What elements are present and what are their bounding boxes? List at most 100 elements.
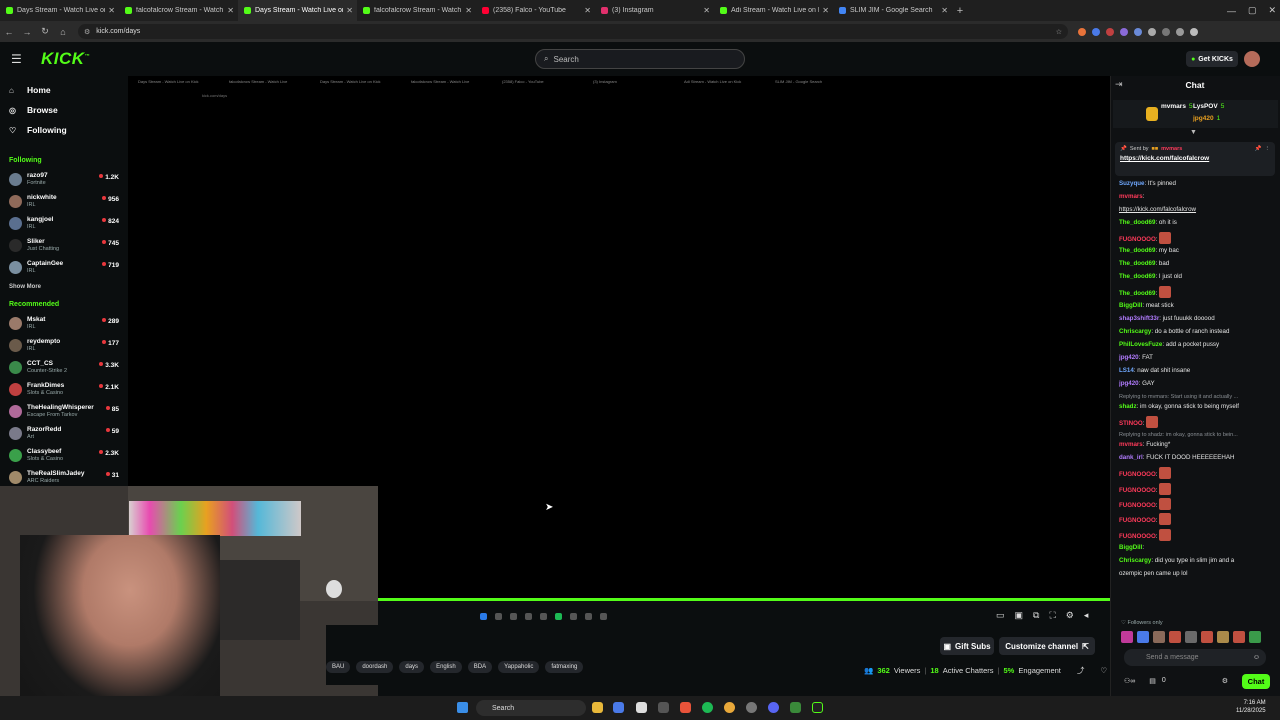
- stream-tag[interactable]: fatmaxing: [545, 661, 584, 673]
- chat-link[interactable]: https://kick.com/falcofalcrow: [1119, 206, 1196, 213]
- home-icon[interactable]: ⌂: [54, 27, 72, 37]
- taskbar-app-icon[interactable]: [746, 702, 757, 713]
- chat-username[interactable]: BiggDill: [1119, 544, 1142, 551]
- sidebar-channel[interactable]: nickwhite IRL 956: [0, 190, 125, 212]
- hamburger-menu-icon[interactable]: ☰: [11, 52, 25, 66]
- new-tab-icon[interactable]: +: [952, 5, 968, 17]
- chat-username[interactable]: LS14: [1119, 367, 1134, 374]
- sidebar-nav-home[interactable]: ⌂ Home: [0, 80, 125, 100]
- leaderboard-expand-icon[interactable]: ▼: [1190, 129, 1197, 136]
- unpin-icon[interactable]: 📌: [1255, 146, 1262, 152]
- spotify-icon[interactable]: [702, 702, 713, 713]
- sidebar-channel[interactable]: CCT_CS Counter-Strike 2 3.3K: [0, 356, 125, 378]
- chat-username[interactable]: shadz: [1119, 403, 1137, 410]
- stream-tag[interactable]: English: [430, 661, 462, 673]
- extension-icon[interactable]: [1162, 27, 1170, 36]
- file-explorer-icon[interactable]: [592, 702, 603, 713]
- site-info-icon[interactable]: ⚙: [84, 28, 90, 36]
- emote[interactable]: [1121, 631, 1133, 643]
- menu-kebab-icon[interactable]: [1190, 27, 1198, 36]
- sidebar-channel[interactable]: TheRealSlimJadey ARC Raiders 31: [0, 466, 125, 488]
- chat-username[interactable]: BiggDill: [1119, 302, 1142, 309]
- taskbar-app-icon[interactable]: [613, 702, 624, 713]
- sidebar-channel[interactable]: CaptainGee IRL 719: [0, 256, 125, 278]
- chat-username[interactable]: FUGNOOOO: [1119, 471, 1156, 478]
- maximize-icon[interactable]: ▢: [1248, 5, 1257, 16]
- sidebar-channel[interactable]: TheHealingWhisperer Escape From Tarkov 85: [0, 400, 125, 422]
- chat-username[interactable]: Chriscargy: [1119, 557, 1151, 564]
- minimize-icon[interactable]: —: [1227, 6, 1236, 16]
- extension-icon[interactable]: [1106, 27, 1114, 36]
- taskbar-app-icon[interactable]: [658, 702, 669, 713]
- chat-username[interactable]: FUGNOOOO: [1119, 487, 1156, 494]
- chat-username[interactable]: Suzyque: [1119, 180, 1144, 187]
- sidebar-channel[interactable]: Mskat IRL 289: [0, 312, 125, 334]
- pinned-user[interactable]: mvmars: [1161, 146, 1182, 152]
- tab-close-icon[interactable]: ✕: [346, 6, 353, 15]
- tab-close-icon[interactable]: ✕: [108, 6, 115, 15]
- volume-icon[interactable]: ◂: [1084, 610, 1089, 621]
- emote[interactable]: [1153, 631, 1165, 643]
- chat-username[interactable]: shap3shift33r: [1119, 315, 1159, 322]
- chat-username[interactable]: The_dood69: [1119, 290, 1155, 297]
- sidebar-channel[interactable]: kangjoel IRL 824: [0, 212, 125, 234]
- chrome-icon[interactable]: [724, 702, 735, 713]
- reload-icon[interactable]: ↻: [36, 26, 54, 37]
- leaderboard-entry[interactable]: jpg420 1: [1193, 115, 1220, 122]
- settings-gear-icon[interactable]: ⚙: [1066, 610, 1074, 621]
- follow-icon[interactable]: ♡: [1100, 666, 1107, 675]
- chat-username[interactable]: FUGNOOOO: [1119, 502, 1156, 509]
- extension-icon[interactable]: [1148, 27, 1156, 36]
- chat-username[interactable]: mvmars: [1119, 193, 1143, 200]
- browser-tab[interactable]: falcofalcrow Stream - Watch Live✕: [357, 0, 476, 21]
- extension-icon[interactable]: [1078, 27, 1086, 36]
- pinned-menu-icon[interactable]: ⋮: [1265, 146, 1271, 152]
- discord-icon[interactable]: [768, 702, 779, 713]
- chat-settings-icon[interactable]: ⚙: [1222, 677, 1228, 685]
- taskbar-app-icon[interactable]: [636, 702, 647, 713]
- leaderboard-entry[interactable]: LysPOV 5: [1193, 103, 1224, 110]
- chat-username[interactable]: The_dood69: [1119, 273, 1155, 280]
- stream-tag[interactable]: Yappaholic: [498, 661, 540, 673]
- extension-icon[interactable]: [1120, 27, 1128, 36]
- chat-username[interactable]: FUGNOOOO: [1119, 236, 1156, 243]
- stream-tag[interactable]: BAU: [326, 661, 351, 673]
- emote[interactable]: [1233, 631, 1245, 643]
- chat-username[interactable]: Chriscargy: [1119, 328, 1151, 335]
- chat-username[interactable]: dank_irl: [1119, 454, 1143, 461]
- extension-icon[interactable]: [1092, 27, 1100, 36]
- emote[interactable]: [1169, 631, 1181, 643]
- browser-tab[interactable]: Adi Stream - Watch Live on Kick✕: [714, 0, 833, 21]
- emote[interactable]: [1185, 631, 1197, 643]
- system-clock[interactable]: 7:16 AM 11/28/2025: [1236, 699, 1266, 715]
- theater-mode-icon[interactable]: ▭: [996, 610, 1005, 621]
- profile-icon[interactable]: [1176, 27, 1184, 36]
- browser-tab[interactable]: SLIM JIM - Google Search ✕: [833, 0, 952, 21]
- gift-subs-button[interactable]: ▣ Gift Subs: [940, 637, 994, 655]
- emote[interactable]: [1249, 631, 1261, 643]
- sidebar-nav-browse[interactable]: ◎ Browse: [0, 100, 125, 120]
- share-icon[interactable]: ⤴: [1077, 665, 1085, 676]
- chat-username[interactable]: The_dood69: [1119, 247, 1155, 254]
- sidebar-channel[interactable]: Classybeef Slots & Casino 2.3K: [0, 444, 125, 466]
- brave-icon[interactable]: [680, 702, 691, 713]
- get-kicks-button[interactable]: ● Get KICKs: [1186, 51, 1238, 67]
- chat-username[interactable]: The_dood69: [1119, 219, 1155, 226]
- url-field[interactable]: ⚙ kick.com/days ☆: [78, 24, 1068, 39]
- tab-close-icon[interactable]: ✕: [584, 6, 591, 15]
- browser-tab[interactable]: falcofalcrow Stream - Watch Live✕: [119, 0, 238, 21]
- chat-input[interactable]: Send a message ☺: [1124, 649, 1266, 666]
- emote[interactable]: [1137, 631, 1149, 643]
- chat-username[interactable]: jpg420: [1119, 380, 1139, 387]
- sidebar-channel[interactable]: razo97 Fortnite 1.2K: [0, 168, 125, 190]
- show-more-link[interactable]: Show More: [0, 278, 125, 296]
- emoji-icon[interactable]: ☺: [1253, 654, 1260, 661]
- leaderboard-entry[interactable]: mvmars 5: [1161, 103, 1193, 110]
- tab-close-icon[interactable]: ✕: [941, 6, 948, 15]
- tab-close-icon[interactable]: ✕: [822, 6, 829, 15]
- browser-tab[interactable]: (3) Instagram ✕: [595, 0, 714, 21]
- tab-close-icon[interactable]: ✕: [703, 6, 710, 15]
- windows-start-icon[interactable]: [457, 702, 468, 713]
- tab-close-icon[interactable]: ✕: [465, 6, 472, 15]
- stream-tag[interactable]: BDA: [467, 661, 493, 673]
